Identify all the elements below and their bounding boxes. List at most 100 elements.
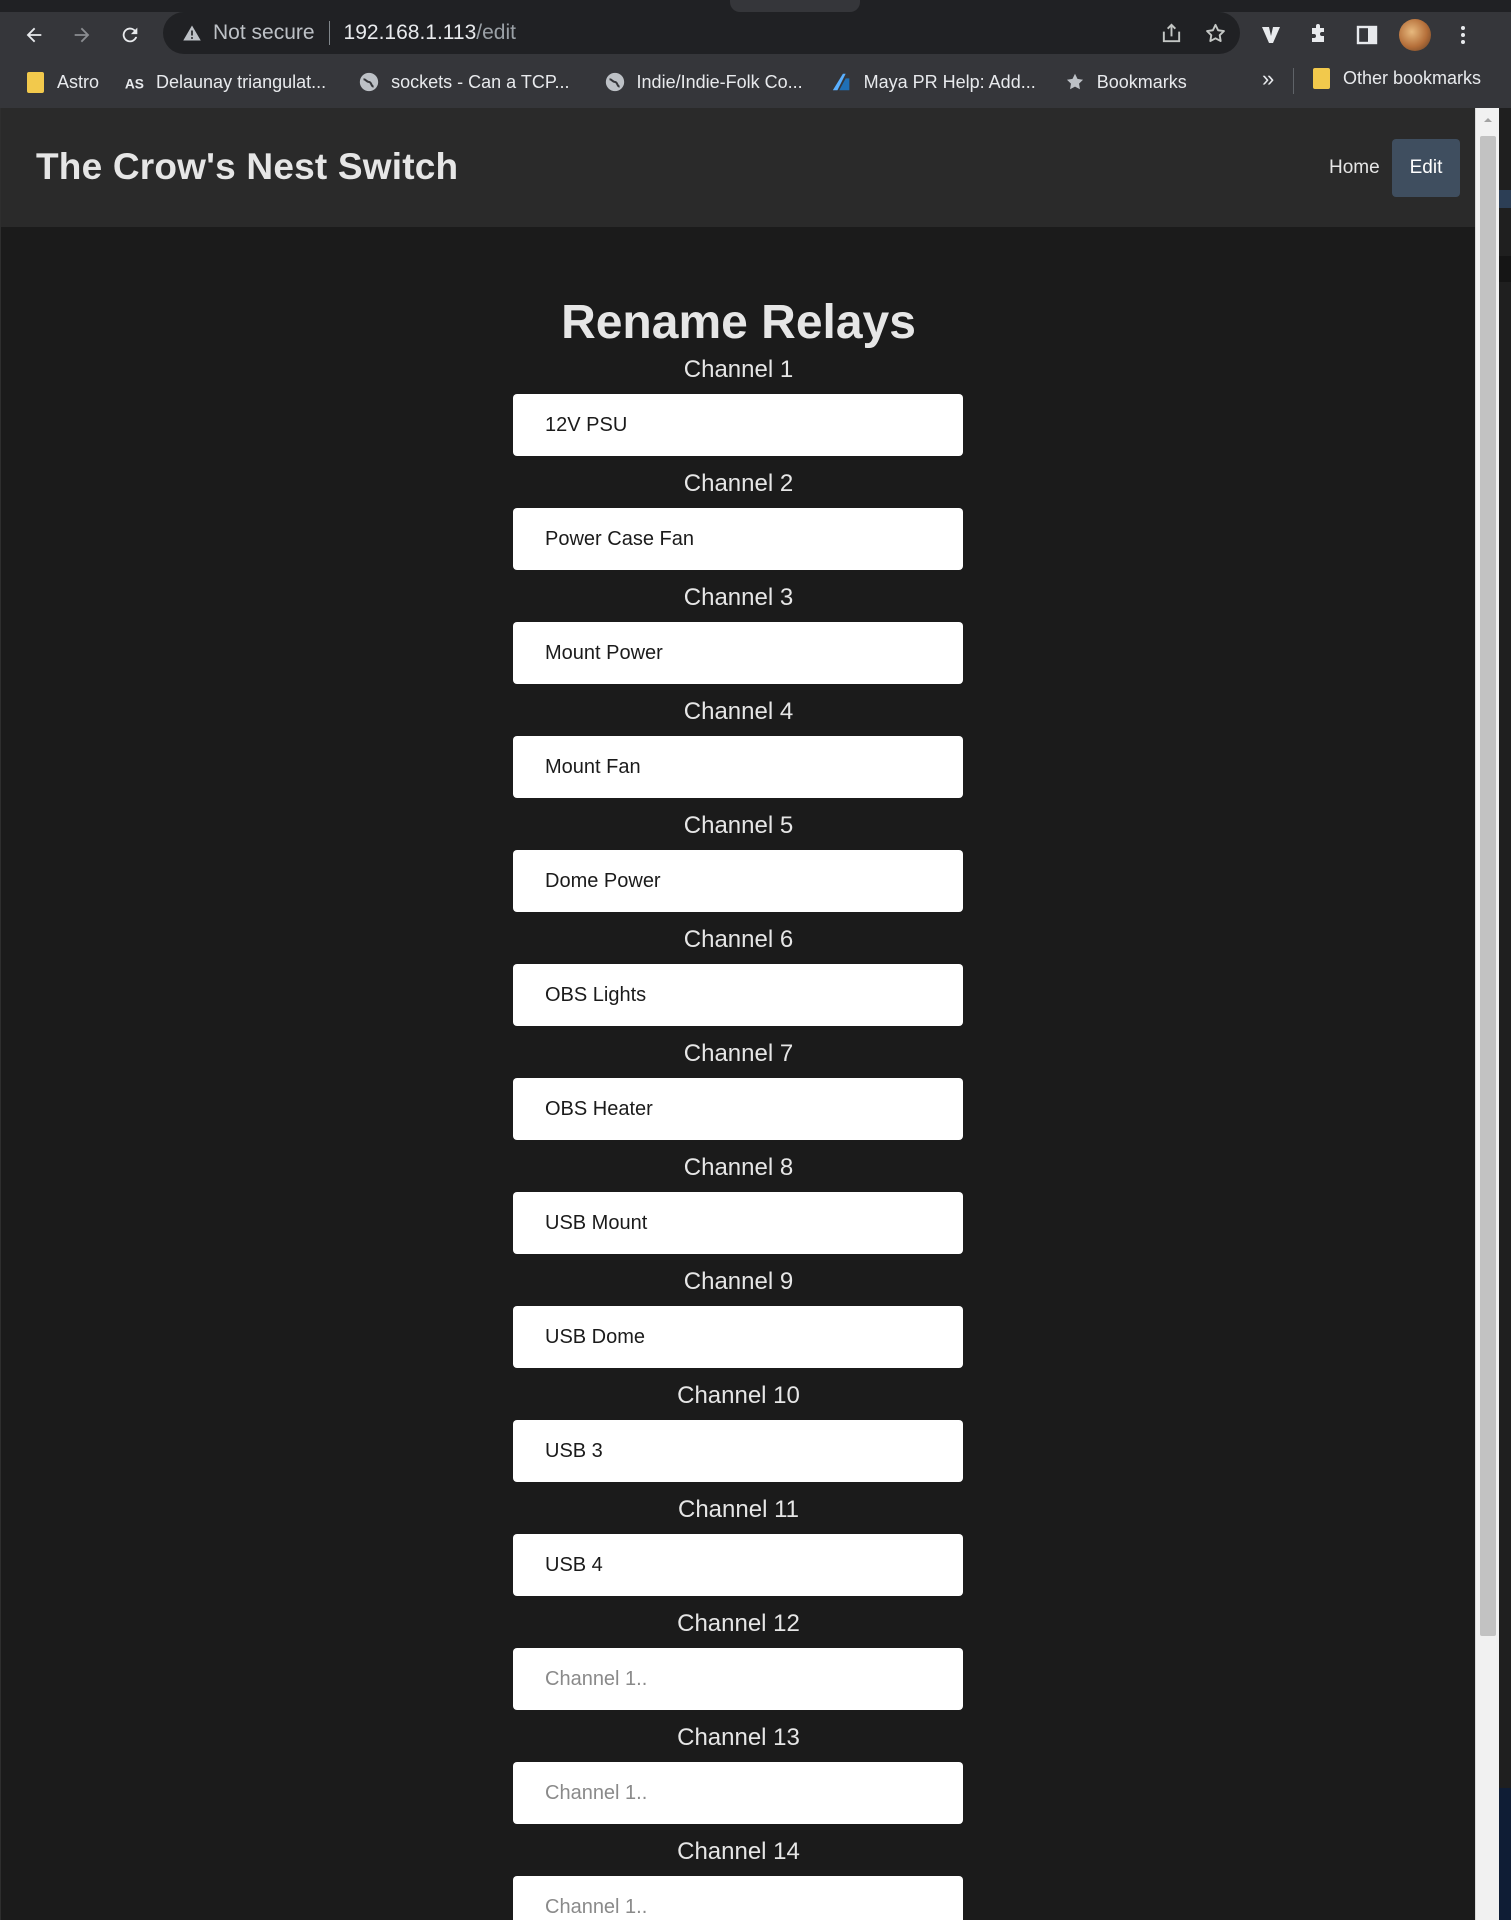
bookmark-item[interactable]: Indie/Indie-Folk Co...: [594, 66, 815, 98]
relay-name-input[interactable]: [513, 1306, 963, 1368]
url-host: 192.168.1.113: [343, 21, 477, 44]
url-text[interactable]: 192.168.1.113/edit: [344, 21, 516, 45]
as-favicon-icon: AS: [123, 71, 145, 93]
relay-row: Channel 1: [1, 356, 1475, 470]
reload-button[interactable]: [113, 18, 147, 52]
relay-channel-label: Channel 9: [683, 1268, 794, 1295]
relay-row: Channel 6: [1, 926, 1475, 1040]
relay-row: Channel 12: [1, 1610, 1475, 1724]
scrollbar-thumb[interactable]: [1480, 136, 1496, 1636]
relay-row: Channel 2: [1, 470, 1475, 584]
warning-icon[interactable]: [181, 22, 203, 44]
globe-icon: [358, 71, 380, 93]
omnibox-divider: [328, 21, 330, 45]
relay-channel-label: Channel 6: [683, 926, 794, 953]
bookmark-item[interactable]: Astro: [14, 66, 111, 98]
tab-strip: [0, 0, 1511, 12]
side-panel-icon[interactable]: [1350, 18, 1384, 52]
star-icon: [1064, 71, 1086, 93]
relay-name-input[interactable]: [513, 1420, 963, 1482]
page-scrollbar[interactable]: [1475, 108, 1499, 1920]
bookmark-label: Maya PR Help: Add...: [863, 71, 1036, 92]
vimium-extension-icon[interactable]: [1254, 18, 1288, 52]
relay-name-input[interactable]: [513, 622, 963, 684]
relay-row: Channel 13: [1, 1724, 1475, 1838]
relay-name-input[interactable]: [513, 1648, 963, 1710]
url-path: /edit: [476, 21, 516, 44]
bookmark-label: Delaunay triangulat...: [156, 71, 327, 92]
bookmark-item[interactable]: Maya PR Help: Add...: [821, 66, 1048, 98]
arrow-left-icon: [26, 27, 42, 43]
other-bookmarks-label: Other bookmarks: [1343, 67, 1482, 88]
avatar: [1399, 19, 1431, 51]
relay-name-input[interactable]: [513, 1876, 963, 1920]
kebab-menu-icon[interactable]: [1446, 18, 1480, 52]
bookmarks-bar: Astro AS Delaunay triangulat... sockets …: [0, 62, 1511, 102]
autodesk-icon: [831, 71, 853, 93]
relay-row: Channel 11: [1, 1496, 1475, 1610]
bookmarks-overflow-button[interactable]: »: [1262, 66, 1274, 92]
relay-channel-label: Channel 11: [678, 1496, 799, 1523]
extensions-area: [1254, 18, 1480, 52]
relay-channel-label: Channel 3: [683, 584, 794, 611]
relay-row: Channel 7: [1, 1040, 1475, 1154]
relay-row: Channel 3: [1, 584, 1475, 698]
site-brand[interactable]: The Crow's Nest Switch: [36, 146, 458, 188]
relay-name-input[interactable]: [513, 394, 963, 456]
page-viewport: The Crow's Nest Switch Home Edit Rename …: [0, 108, 1475, 1920]
relay-channel-label: Channel 8: [683, 1154, 794, 1181]
bookmark-label: Astro: [57, 71, 100, 92]
bookmark-item[interactable]: AS Delaunay triangulat...: [113, 66, 338, 98]
security-status[interactable]: Not secure: [213, 21, 315, 45]
address-bar[interactable]: Not secure 192.168.1.113/edit: [163, 12, 1240, 54]
relay-channel-label: Channel 5: [683, 812, 794, 839]
bookmark-label: Indie/Indie-Folk Co...: [636, 71, 803, 92]
globe-icon: [604, 71, 626, 93]
bookmark-label: sockets - Can a TCP...: [391, 71, 570, 92]
background-window-strip: [1499, 108, 1511, 1920]
relay-name-input[interactable]: [513, 1534, 963, 1596]
relay-channel-label: Channel 1: [683, 356, 794, 383]
bookmark-item[interactable]: Bookmarks: [1054, 66, 1199, 98]
relay-row: Channel 14: [1, 1838, 1475, 1920]
relay-channel-label: Channel 7: [683, 1040, 794, 1067]
relay-channel-label: Channel 2: [683, 470, 794, 497]
relay-channel-label: Channel 4: [683, 698, 794, 725]
arrow-right-icon: [74, 27, 90, 43]
tab-edge[interactable]: [730, 0, 860, 12]
forward-button[interactable]: [65, 18, 99, 52]
folder-icon: [1310, 67, 1332, 89]
relay-name-input[interactable]: [513, 964, 963, 1026]
browser-toolbar: Not secure 192.168.1.113/edit: [0, 12, 1511, 56]
star-icon[interactable]: [1202, 20, 1228, 46]
page-title: Rename Relays: [561, 296, 916, 350]
relay-name-input[interactable]: [513, 850, 963, 912]
relay-name-input[interactable]: [513, 736, 963, 798]
relay-name-input[interactable]: [513, 1762, 963, 1824]
relay-name-input[interactable]: [513, 508, 963, 570]
bookmark-item[interactable]: sockets - Can a TCP...: [348, 66, 581, 98]
bookmarks-divider: [1293, 68, 1294, 94]
relay-row: Channel 4: [1, 698, 1475, 812]
bookmark-label: Bookmarks: [1096, 71, 1187, 92]
relay-name-input[interactable]: [513, 1078, 963, 1140]
nav-home-link[interactable]: Home: [1311, 139, 1398, 197]
profile-avatar[interactable]: [1398, 18, 1432, 52]
relay-row: Channel 5: [1, 812, 1475, 926]
share-icon[interactable]: [1158, 20, 1184, 46]
puzzle-icon[interactable]: [1302, 18, 1336, 52]
reload-icon: [122, 27, 138, 43]
relay-channel-label: Channel 13: [677, 1724, 800, 1751]
svg-text:AS: AS: [125, 76, 144, 91]
browser-chrome: Not secure 192.168.1.113/edit Astro AS D…: [0, 0, 1511, 108]
relay-row: Channel 8: [1, 1154, 1475, 1268]
background-window-edge: [1499, 0, 1511, 12]
relay-channel-label: Channel 10: [677, 1382, 800, 1409]
nav-edit-link[interactable]: Edit: [1392, 139, 1460, 197]
site-navbar: The Crow's Nest Switch Home Edit: [1, 108, 1475, 227]
relay-name-input[interactable]: [513, 1192, 963, 1254]
other-bookmarks-button[interactable]: Other bookmarks: [1300, 62, 1493, 94]
scroll-up-arrow-icon[interactable]: [1476, 108, 1500, 132]
back-button[interactable]: [17, 18, 51, 52]
relay-row: Channel 10: [1, 1382, 1475, 1496]
